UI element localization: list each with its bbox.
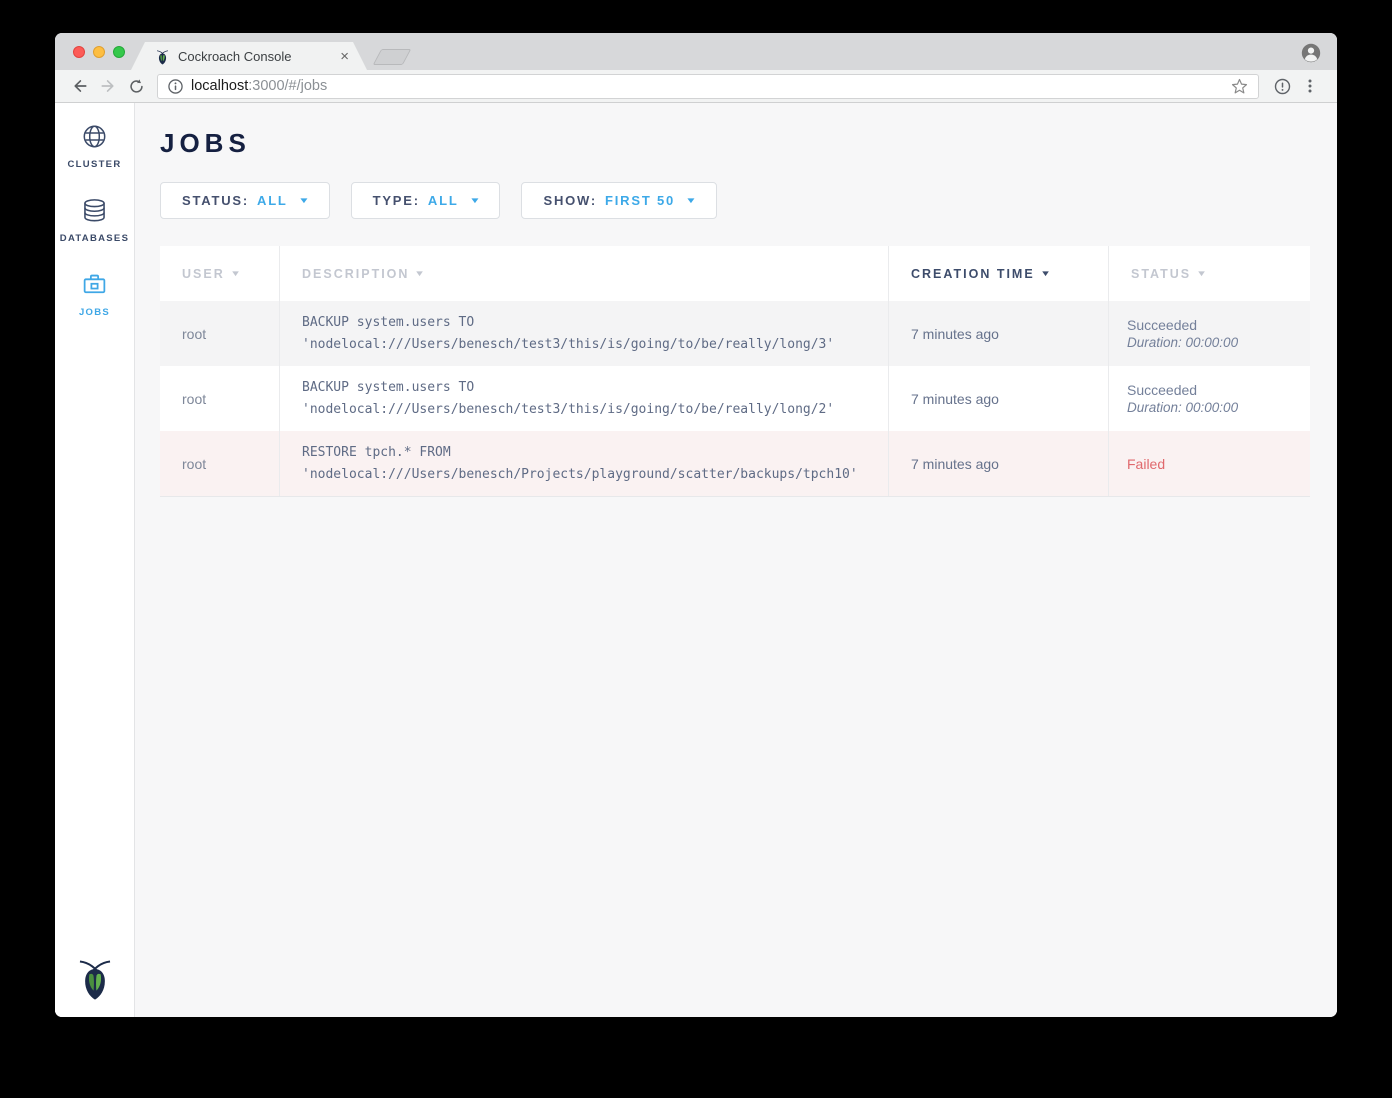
url-host: localhost: [191, 78, 248, 94]
sidebar-item-databases[interactable]: DATABASES: [60, 197, 129, 244]
cell-description: RESTORE tpch.* FROM 'nodelocal:///Users/…: [280, 431, 889, 496]
job-duration: Duration: 00:00:00: [1127, 400, 1310, 415]
status-badge: Failed: [1127, 456, 1310, 472]
url-path: :3000/#/jobs: [248, 78, 327, 94]
cell-user: root: [160, 301, 280, 366]
cell-status: Succeeded Duration: 00:00:00: [1109, 366, 1310, 431]
browser-menu-kebab-icon[interactable]: [1297, 73, 1323, 99]
column-header-description[interactable]: DESCRIPTION ▼: [280, 246, 889, 301]
url-text[interactable]: localhost:3000/#/jobs: [191, 78, 1231, 94]
table-row[interactable]: root RESTORE tpch.* FROM 'nodelocal:///U…: [160, 431, 1310, 496]
cockroachdb-logo: [76, 954, 114, 1001]
cell-creation-time: 7 minutes ago: [889, 366, 1109, 431]
profile-avatar-icon[interactable]: [1301, 43, 1321, 63]
page-info-icon[interactable]: [168, 79, 183, 94]
table-row[interactable]: root BACKUP system.users TO 'nodelocal:/…: [160, 366, 1310, 431]
description-line: BACKUP system.users TO: [302, 377, 868, 399]
sort-arrow-icon: ▼: [1196, 269, 1210, 278]
chevron-down-icon: ▼: [469, 196, 481, 205]
job-duration: Duration: 00:00:00: [1127, 335, 1310, 350]
page-content: CLUSTER DATABASES: [55, 103, 1337, 1017]
filter-bar: STATUS: ALL ▼ TYPE: ALL ▼ SHOW: FIRST 50…: [160, 182, 1311, 219]
status-filter-dropdown[interactable]: STATUS: ALL ▼: [160, 182, 330, 219]
database-icon: [81, 197, 108, 224]
window-controls: [73, 46, 125, 58]
description-line: 'nodelocal:///Users/benesch/test3/this/i…: [302, 334, 868, 356]
tab-title: Cockroach Console: [178, 49, 332, 64]
cell-user: root: [160, 366, 280, 431]
column-header-label: STATUS: [1131, 267, 1191, 281]
favicon-cockroach-icon: [155, 48, 170, 65]
zoom-window-button[interactable]: [113, 46, 125, 58]
cell-status: Failed: [1109, 431, 1310, 496]
jobs-table: USER ▼ DESCRIPTION ▼ CREATION TIME ▼ S: [160, 246, 1310, 497]
column-header-status[interactable]: STATUS ▼: [1109, 246, 1310, 301]
browser-window: Cockroach Console ×: [55, 33, 1337, 1017]
filter-value: ALL: [257, 193, 288, 208]
status-badge: Succeeded: [1127, 317, 1310, 333]
sort-arrow-icon: ▼: [414, 269, 428, 278]
cell-creation-time: 7 minutes ago: [889, 431, 1109, 496]
cell-creation-time: 7 minutes ago: [889, 301, 1109, 366]
reload-icon[interactable]: [123, 73, 149, 99]
page-title: JOBS: [160, 128, 1311, 159]
sidebar-item-cluster[interactable]: CLUSTER: [68, 123, 122, 170]
address-bar[interactable]: localhost:3000/#/jobs: [157, 74, 1259, 99]
cell-user: root: [160, 431, 280, 496]
cell-description: BACKUP system.users TO 'nodelocal:///Use…: [280, 301, 889, 366]
sort-arrow-icon: ▼: [230, 269, 244, 278]
forward-icon[interactable]: [95, 73, 121, 99]
cell-status: Succeeded Duration: 00:00:00: [1109, 301, 1310, 366]
browser-tab[interactable]: Cockroach Console ×: [131, 42, 367, 70]
browser-toolbar: localhost:3000/#/jobs: [55, 70, 1337, 103]
desktop-background: Cockroach Console ×: [0, 0, 1392, 1098]
column-header-user[interactable]: USER ▼: [160, 246, 280, 301]
show-filter-dropdown[interactable]: SHOW: FIRST 50 ▼: [521, 182, 717, 219]
sidebar-item-label: DATABASES: [60, 233, 129, 244]
description-line: 'nodelocal:///Users/benesch/test3/this/i…: [302, 399, 868, 421]
filter-label: SHOW:: [543, 193, 597, 208]
new-tab-button[interactable]: [373, 49, 412, 65]
filter-value: FIRST 50: [605, 193, 675, 208]
sort-arrow-icon: ▼: [1040, 269, 1054, 278]
jobs-page: JOBS STATUS: ALL ▼ TYPE: ALL ▼ SHOW: FI: [135, 103, 1337, 1017]
jobs-table-header: USER ▼ DESCRIPTION ▼ CREATION TIME ▼ S: [160, 246, 1310, 301]
globe-icon: [81, 123, 108, 150]
sidebar-item-jobs[interactable]: JOBS: [79, 271, 110, 318]
bookmark-star-icon[interactable]: [1231, 78, 1248, 95]
filter-label: STATUS:: [182, 193, 249, 208]
close-window-button[interactable]: [73, 46, 85, 58]
column-header-label: DESCRIPTION: [302, 267, 409, 281]
chevron-down-icon: ▼: [685, 196, 697, 205]
description-line: 'nodelocal:///Users/benesch/Projects/pla…: [302, 464, 868, 486]
status-badge: Succeeded: [1127, 382, 1310, 398]
minimize-window-button[interactable]: [93, 46, 105, 58]
chevron-down-icon: ▼: [298, 196, 310, 205]
column-header-creation-time[interactable]: CREATION TIME ▼: [889, 246, 1109, 301]
browser-tab-bar: Cockroach Console ×: [55, 33, 1337, 70]
description-line: BACKUP system.users TO: [302, 312, 868, 334]
filter-value: ALL: [428, 193, 459, 208]
tab-close-icon[interactable]: ×: [340, 49, 349, 64]
sidebar-item-label: JOBS: [79, 307, 110, 318]
cell-description: BACKUP system.users TO 'nodelocal:///Use…: [280, 366, 889, 431]
briefcase-icon: [81, 271, 108, 298]
filter-label: TYPE:: [373, 193, 420, 208]
sidebar-item-label: CLUSTER: [68, 159, 122, 170]
type-filter-dropdown[interactable]: TYPE: ALL ▼: [351, 182, 501, 219]
extension-icon[interactable]: [1269, 73, 1295, 99]
sidebar-nav: CLUSTER DATABASES: [55, 103, 135, 1017]
column-header-label: CREATION TIME: [911, 267, 1035, 281]
table-row[interactable]: root BACKUP system.users TO 'nodelocal:/…: [160, 301, 1310, 366]
back-icon[interactable]: [67, 73, 93, 99]
description-line: RESTORE tpch.* FROM: [302, 442, 868, 464]
column-header-label: USER: [182, 267, 225, 281]
